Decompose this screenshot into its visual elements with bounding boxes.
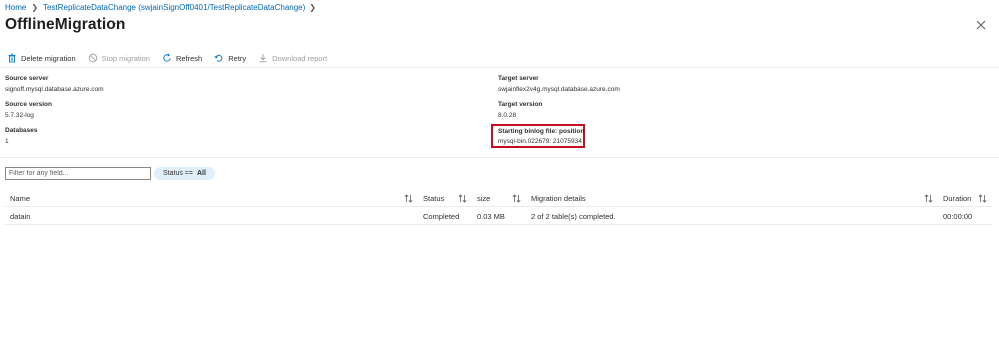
breadcrumb-home-link[interactable]: Home bbox=[5, 3, 26, 12]
retry-icon bbox=[214, 54, 223, 62]
retry-button[interactable]: Retry bbox=[214, 53, 246, 63]
source-version-label: Source version bbox=[5, 101, 52, 108]
download-report-label: Download report bbox=[272, 53, 328, 63]
target-server-label: Target server bbox=[498, 75, 539, 82]
filter-input[interactable] bbox=[5, 167, 151, 180]
sort-icon[interactable] bbox=[404, 194, 413, 203]
column-header-status[interactable]: Status bbox=[423, 194, 444, 203]
sort-icon[interactable] bbox=[512, 194, 521, 203]
download-icon bbox=[259, 54, 267, 63]
target-server-value: swjainflex2v4g.mysql.database.azure.com bbox=[498, 86, 620, 93]
target-version-value: 8.0.28 bbox=[498, 112, 517, 119]
page-title: OfflineMigration bbox=[5, 16, 126, 33]
refresh-button[interactable]: Refresh bbox=[162, 53, 202, 63]
source-version-value: 5.7.32-log bbox=[5, 112, 34, 119]
sort-icon[interactable] bbox=[458, 194, 467, 203]
refresh-label: Refresh bbox=[175, 53, 203, 63]
divider bbox=[5, 224, 993, 225]
more-options-button[interactable]: ··· bbox=[114, 18, 127, 29]
chevron-right-icon: ❯ bbox=[31, 3, 39, 12]
binlog-position-value: mysql-bin.022679: 21075934 bbox=[498, 138, 582, 145]
cell-size: 0.03 MB bbox=[477, 212, 505, 221]
stop-migration-label: Stop migration bbox=[101, 53, 150, 63]
column-header-name[interactable]: Name bbox=[10, 194, 30, 203]
cell-name: datain bbox=[10, 212, 31, 221]
delete-migration-label: Delete migration bbox=[21, 53, 76, 63]
stop-icon bbox=[88, 53, 97, 63]
stop-migration-button[interactable]: Stop migration bbox=[88, 53, 150, 63]
delete-migration-button[interactable]: Delete migration bbox=[7, 53, 76, 63]
retry-label: Retry bbox=[228, 53, 247, 63]
source-server-label: Source server bbox=[5, 75, 49, 82]
databases-label: Databases bbox=[5, 127, 38, 134]
breadcrumb: Home ❯ TestReplicateDataChange (swjainSi… bbox=[5, 3, 316, 12]
close-icon[interactable] bbox=[975, 19, 987, 31]
command-bar: Delete migration Stop migration Refresh … bbox=[7, 51, 339, 65]
refresh-icon bbox=[163, 53, 171, 62]
status-filter-pill[interactable]: Status == All bbox=[154, 167, 215, 180]
chevron-right-icon: ❯ bbox=[309, 3, 316, 12]
databases-value: 1 bbox=[5, 138, 9, 145]
cell-duration: 00:00:00 bbox=[943, 212, 973, 221]
download-report-button[interactable]: Download report bbox=[258, 53, 327, 63]
divider bbox=[5, 206, 993, 207]
cell-status: Completed bbox=[423, 212, 460, 221]
status-filter-key: Status == bbox=[163, 170, 193, 177]
divider bbox=[0, 67, 999, 68]
trash-icon bbox=[8, 53, 16, 63]
column-header-size[interactable]: size bbox=[477, 194, 490, 203]
breadcrumb-path-link[interactable]: TestReplicateDataChange (swjainSignOff04… bbox=[43, 3, 305, 12]
column-header-migration-details[interactable]: Migration details bbox=[531, 194, 586, 203]
divider bbox=[0, 157, 999, 158]
sort-icon[interactable] bbox=[978, 194, 987, 203]
status-filter-value: All bbox=[196, 170, 206, 177]
source-server-value: signoff.mysql.database.azure.com bbox=[5, 86, 104, 93]
sort-icon[interactable] bbox=[924, 194, 933, 203]
binlog-position-label: Starting binlog file: position bbox=[498, 128, 585, 135]
column-header-duration[interactable]: Duration bbox=[943, 194, 971, 203]
cell-migration-details: 2 of 2 table(s) completed. bbox=[531, 212, 616, 221]
target-version-label: Target version bbox=[498, 101, 543, 108]
